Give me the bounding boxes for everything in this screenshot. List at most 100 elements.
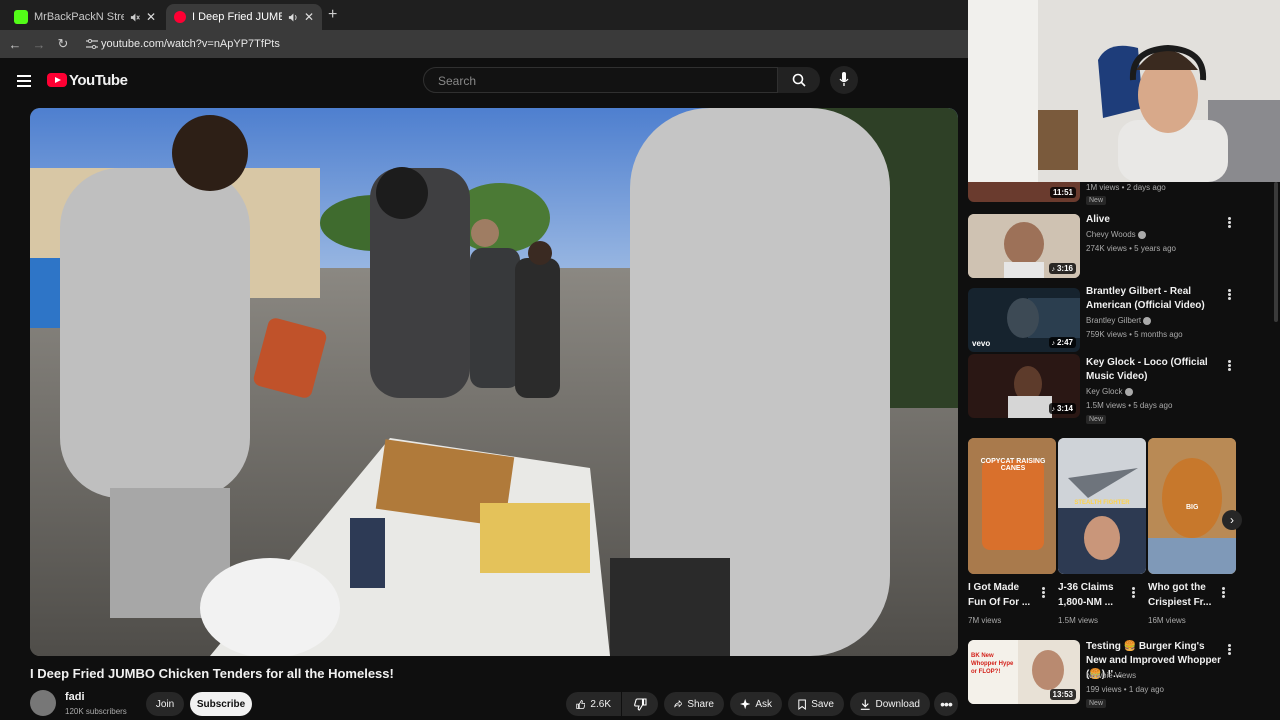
new-badge: New [1086,699,1107,708]
short-title[interactable]: J-36 Claims 1,800-NM ... [1058,580,1122,610]
next-chevron-icon[interactable]: › [1222,510,1242,530]
menu-icon[interactable] [17,75,31,87]
new-tab-button[interactable]: + [328,6,337,24]
browser-tab-bar: MrBackPackN Stream - Wa ✕ I Deep Fried J… [0,0,968,30]
channel-name[interactable]: Key Glock [1086,387,1122,396]
video-title[interactable]: Brantley Gilbert - Real American (Offici… [1086,285,1226,313]
video-duration: ♪ 3:16 [1048,263,1076,274]
youtube-logo-text[interactable]: YouTube [69,72,128,89]
video-duration: ♪ 2:47 [1048,337,1076,348]
video-title[interactable]: Key Glock - Loco (Official Music Video) [1086,356,1231,384]
tab-stream[interactable]: MrBackPackN Stream - Wa ✕ [6,4,164,30]
more-options-icon[interactable] [1132,587,1135,598]
thumbs-down-icon [633,697,647,711]
sidebar-scrollbar[interactable] [1274,182,1278,322]
like-button[interactable]: 2.6K [566,692,621,716]
verified-icon [1124,387,1133,396]
close-tab-icon[interactable]: ✕ [146,10,156,24]
video-thumbnail[interactable]: BK New Whopper Hype or FLOP?! 13:53 [968,640,1080,704]
video-thumbnail[interactable]: ♪ 3:16 [968,214,1080,278]
channel-row: Key Glock [1086,386,1133,398]
search-icon [792,73,806,87]
video-meta: 1M views • 2 days ago [1086,183,1166,192]
download-button[interactable]: Download [850,692,930,716]
microphone-icon [839,72,849,86]
video-thumbnail[interactable]: vevo ♪ 2:47 [968,288,1080,352]
more-options-icon[interactable] [1228,644,1231,655]
ask-button[interactable]: Ask [730,692,782,716]
speaker-icon[interactable] [288,12,298,23]
subscribe-button[interactable]: Subscribe [190,692,252,716]
more-options-icon[interactable] [1228,289,1231,300]
like-count: 2.6K [590,698,611,710]
share-label: Share [687,698,714,710]
save-button[interactable]: Save [788,692,844,716]
youtube-logo-icon[interactable] [47,73,67,87]
search-button[interactable] [778,67,820,93]
subscriber-count: 120K subscribers [65,707,127,716]
join-label: Join [155,698,175,710]
short-thumbnail[interactable]: BIG [1148,438,1236,574]
verified-icon [1137,230,1146,239]
more-options-icon[interactable] [1042,587,1045,598]
save-label: Save [811,698,834,710]
more-options-icon[interactable] [1228,217,1231,228]
share-button[interactable]: Share [664,692,724,716]
more-horizontal-icon: ••• [940,696,953,712]
channel-row: Chevy Woods [1086,229,1146,241]
forward-arrow-icon[interactable]: → [27,37,51,52]
ask-label: Ask [755,698,772,710]
short-title[interactable]: Who got the Crispiest Fr... [1148,580,1216,610]
thumbnail-caption: BK New Whopper Hype or FLOP?! [971,653,1014,675]
new-badge: New [1086,196,1107,205]
video-duration-text: 3:16 [1056,264,1073,273]
dislike-button[interactable] [622,692,658,716]
site-settings-icon[interactable] [86,39,98,49]
video-meta: 274K views • 5 years ago [1086,244,1176,253]
webcam-image [968,0,1280,182]
short-views: 16M views [1148,616,1186,625]
close-tab-icon[interactable]: ✕ [304,10,314,24]
channel-row: Brantley Gilbert [1086,315,1152,327]
channel-name[interactable]: Chevy Woods [1086,230,1136,239]
download-icon [860,699,870,710]
video-title[interactable]: Alive [1086,213,1246,227]
muted-speaker-icon[interactable] [130,12,140,23]
short-views: 1.5M views [1058,616,1099,625]
short-thumbnail[interactable]: COPYCAT RAISING CANES [968,438,1056,574]
video-meta: 759K views • 5 months ago [1086,330,1183,339]
subscribe-label: Subscribe [196,698,246,710]
join-button[interactable]: Join [146,692,184,716]
video-duration: 11:51 [1049,187,1076,198]
youtube-header: YouTube Search [0,58,968,104]
new-badge: New [1086,415,1107,424]
short-title[interactable]: I Got Made Fun Of For ... [968,580,1032,610]
channel-name[interactable]: Newbie Views [1086,670,1136,682]
video-thumbnail[interactable]: 11:51 [968,182,1080,202]
tab-youtube-video[interactable]: I Deep Fried JUMBO Chicke ✕ [166,4,322,30]
short-views: 7M views [968,616,1002,625]
reload-icon[interactable]: ↻ [51,36,75,52]
more-actions-button[interactable]: ••• [934,692,958,716]
url-field[interactable]: youtube.com/watch?v=nApYP7TfPts [101,38,280,50]
thumbnail-image [1058,438,1146,574]
short-thumbnail[interactable]: STEALTH FIGHTER [1058,438,1146,574]
thumbnail-caption: COPYCAT RAISING CANES [980,458,1046,472]
address-bar: ← → ↻ youtube.com/watch?v=nApYP7TfPts [0,30,968,58]
more-options-icon[interactable] [1222,587,1225,598]
verified-icon [1143,316,1152,325]
channel-avatar[interactable] [30,690,56,716]
voice-search-button[interactable] [830,66,858,94]
thumbs-up-icon [576,699,586,709]
back-arrow-icon[interactable]: ← [3,37,27,52]
more-options-icon[interactable] [1228,360,1231,371]
related-videos-sidebar: 11:51 1M views • 2 days ago New ♪ 3:16 A… [968,182,1280,720]
video-thumbnail[interactable]: ♪ 3:14 [968,354,1080,418]
video-player[interactable] [30,108,958,656]
kick-favicon-icon [14,10,28,24]
channel-name[interactable]: fadi [65,691,85,703]
video-duration-text: 3:14 [1056,404,1073,413]
search-input[interactable]: Search [423,67,778,93]
video-meta: 199 views • 1 day ago [1086,685,1164,694]
channel-name[interactable]: Brantley Gilbert [1086,316,1141,325]
